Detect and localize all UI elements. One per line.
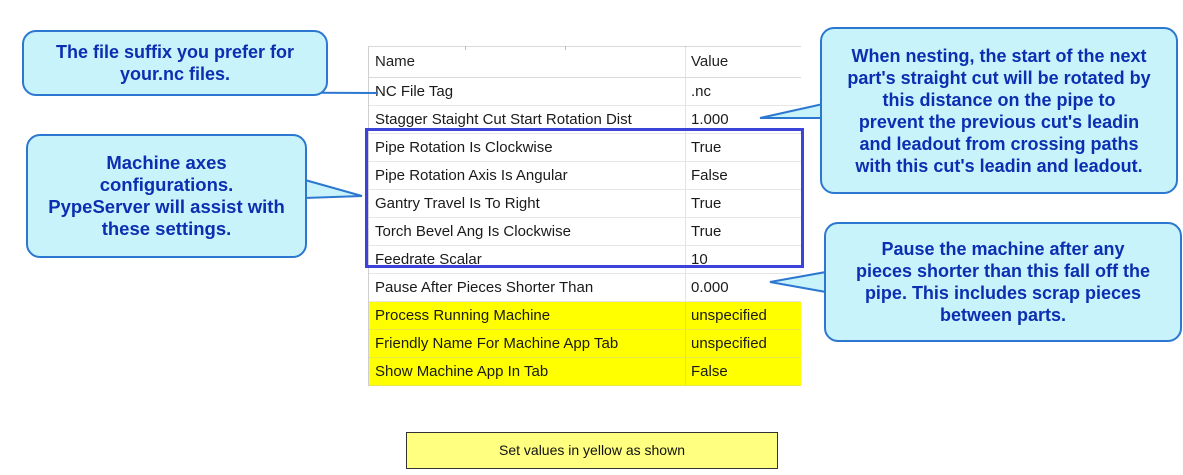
grid-row-show-machine-app-tab[interactable]: Show Machine App In Tab False bbox=[369, 358, 801, 386]
callout-nesting: When nesting, the start of the next part… bbox=[820, 27, 1178, 194]
property-name: Pause After Pieces Shorter Than bbox=[375, 279, 594, 296]
yellow-values-note: Set values in yellow as shown bbox=[406, 432, 778, 469]
grid-row-nc-file-tag[interactable]: NC File Tag .nc bbox=[369, 78, 801, 106]
property-name: Process Running Machine bbox=[375, 307, 551, 324]
callout-line: your.nc files. bbox=[119, 64, 231, 84]
property-value[interactable]: unspecified bbox=[691, 330, 767, 357]
grid-row-pause-after-pieces[interactable]: Pause After Pieces Shorter Than 0.000 bbox=[369, 274, 801, 302]
grid-header: Name Value bbox=[369, 46, 801, 78]
callout-pointer-machine-axes bbox=[304, 178, 363, 200]
callout-line: The file suffix you prefer for bbox=[55, 42, 295, 62]
column-header-value[interactable]: Value bbox=[691, 47, 728, 77]
callout-line: and leadout from crossing paths bbox=[859, 133, 1139, 154]
machine-axes-group-box bbox=[365, 128, 804, 268]
property-value[interactable]: 0.000 bbox=[691, 274, 729, 301]
callout-file-suffix: The file suffix you prefer for your.nc f… bbox=[22, 30, 328, 96]
property-name: NC File Tag bbox=[375, 83, 454, 100]
callout-line: pieces shorter than this fall off the bbox=[855, 261, 1151, 281]
callout-machine-axes: Machine axes configurations. PypeServer … bbox=[26, 134, 307, 258]
callout-line: these settings. bbox=[101, 218, 232, 239]
grid-row-friendly-name-tab[interactable]: Friendly Name For Machine App Tab unspec… bbox=[369, 330, 801, 358]
callout-pause: Pause the machine after any pieces short… bbox=[824, 222, 1182, 342]
callout-line: between parts. bbox=[939, 305, 1067, 325]
callout-line: When nesting, the start of the next bbox=[851, 45, 1147, 66]
callout-line: with this cut's leadin and leadout. bbox=[855, 155, 1143, 176]
callout-line: Pause the machine after any bbox=[881, 239, 1125, 259]
callout-line: prevent the previous cut's leadin bbox=[858, 111, 1140, 132]
callout-line: this distance on the pipe to bbox=[882, 89, 1116, 110]
callout-line: PypeServer will assist with bbox=[48, 196, 285, 217]
column-header-name[interactable]: Name bbox=[375, 47, 415, 77]
property-name: Show Machine App In Tab bbox=[375, 363, 549, 380]
grid-row-process-running-machine[interactable]: Process Running Machine unspecified bbox=[369, 302, 801, 330]
callout-line: configurations. bbox=[99, 174, 234, 195]
property-value[interactable]: unspecified bbox=[691, 302, 767, 329]
callout-line: part's straight cut will be rotated by bbox=[847, 67, 1151, 88]
property-value[interactable]: False bbox=[691, 358, 728, 385]
property-value[interactable]: .nc bbox=[691, 78, 711, 105]
callout-line: Machine axes bbox=[106, 152, 227, 173]
property-name: Friendly Name For Machine App Tab bbox=[375, 335, 619, 352]
callout-line: pipe. This includes scrap pieces bbox=[864, 283, 1142, 303]
